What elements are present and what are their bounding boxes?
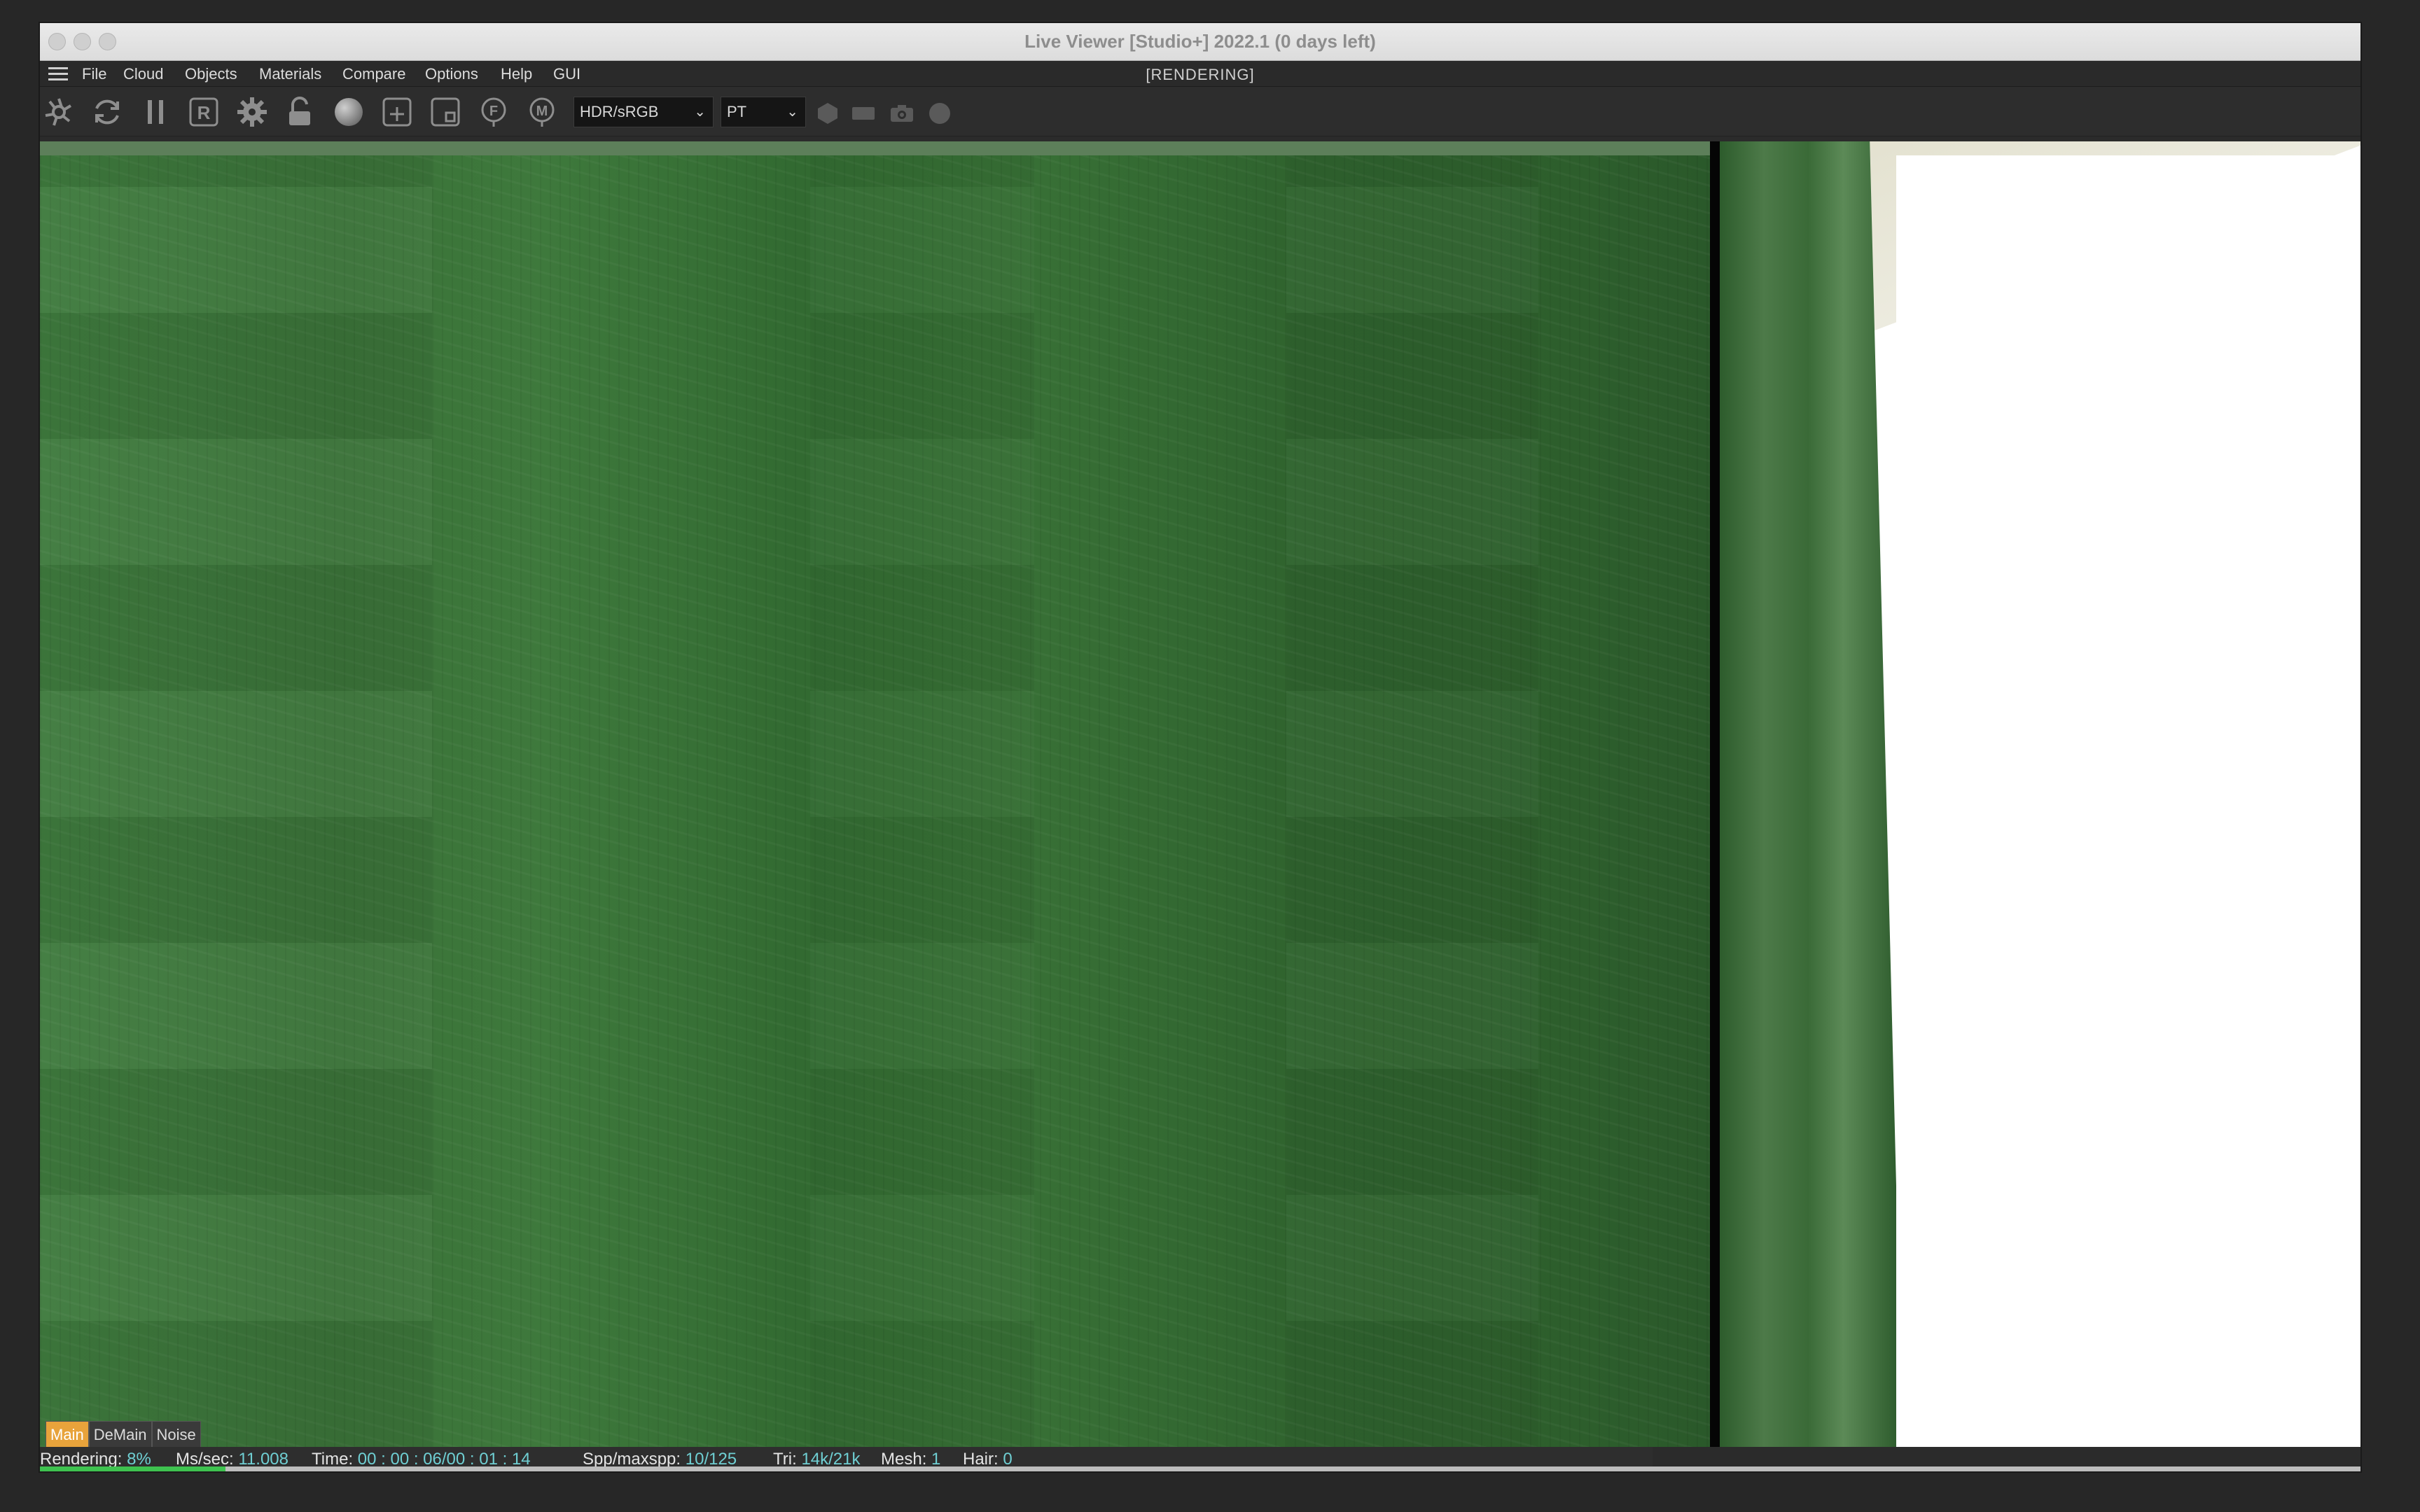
top-edge-strip: [40, 141, 1710, 155]
focus-pick-icon[interactable]: F: [478, 96, 510, 128]
pause-icon[interactable]: [139, 96, 172, 128]
kernel-value: PT: [727, 103, 747, 120]
region-r-icon[interactable]: R: [188, 96, 220, 128]
tab-main[interactable]: Main: [46, 1421, 89, 1447]
render-status-text: [RENDERING]: [1146, 66, 1255, 83]
toolbar: R F M HDR/sRGB ⌄ PT ⌄: [40, 87, 2360, 136]
aov-tabs: Main DeMain Noise: [46, 1421, 201, 1447]
green-fabric-render: [40, 141, 1720, 1447]
chevron-down-icon: ⌄: [694, 104, 706, 120]
film-region-icon[interactable]: [429, 96, 461, 128]
live-viewer-window: Live Viewer [Studio+] 2022.1 (0 days lef…: [40, 23, 2360, 1471]
color-space-select[interactable]: HDR/sRGB ⌄: [573, 97, 714, 127]
rectangle-icon[interactable]: [851, 102, 875, 125]
fabric-fold: [1720, 141, 1896, 1447]
svg-text:F: F: [489, 104, 498, 119]
sphere-icon[interactable]: [333, 96, 365, 128]
render-progress-fill: [40, 1466, 226, 1471]
aperture-icon[interactable]: [43, 96, 75, 128]
svg-text:M: M: [536, 104, 548, 119]
hexagon-icon[interactable]: [816, 102, 840, 125]
chevron-down-icon: ⌄: [786, 104, 798, 120]
window-title: Live Viewer [Studio+] 2022.1 (0 days lef…: [1024, 31, 1376, 52]
add-region-icon[interactable]: [381, 96, 413, 128]
color-space-value: HDR/sRGB: [580, 103, 659, 120]
white-background: [1896, 155, 2360, 1447]
tab-demain[interactable]: DeMain: [88, 1421, 152, 1447]
fabric-seam: [1710, 141, 1720, 1447]
menu-bar: File Cloud Objects Materials Compare Opt…: [40, 61, 2360, 87]
tab-noise[interactable]: Noise: [151, 1421, 201, 1447]
title-bar[interactable]: Live Viewer [Studio+] 2022.1 (0 days lef…: [40, 23, 2360, 61]
render-viewport[interactable]: Main DeMain Noise: [40, 141, 2360, 1447]
material-pick-icon[interactable]: M: [526, 96, 558, 128]
circle-icon[interactable]: [928, 102, 952, 125]
settings-gear-icon[interactable]: [236, 96, 268, 128]
render-progress-track: [40, 1466, 2360, 1471]
camera-icon[interactable]: [890, 102, 914, 125]
svg-text:R: R: [197, 102, 211, 123]
refresh-icon[interactable]: [91, 96, 123, 128]
lock-icon[interactable]: [284, 96, 317, 128]
kernel-select[interactable]: PT ⌄: [721, 97, 806, 127]
